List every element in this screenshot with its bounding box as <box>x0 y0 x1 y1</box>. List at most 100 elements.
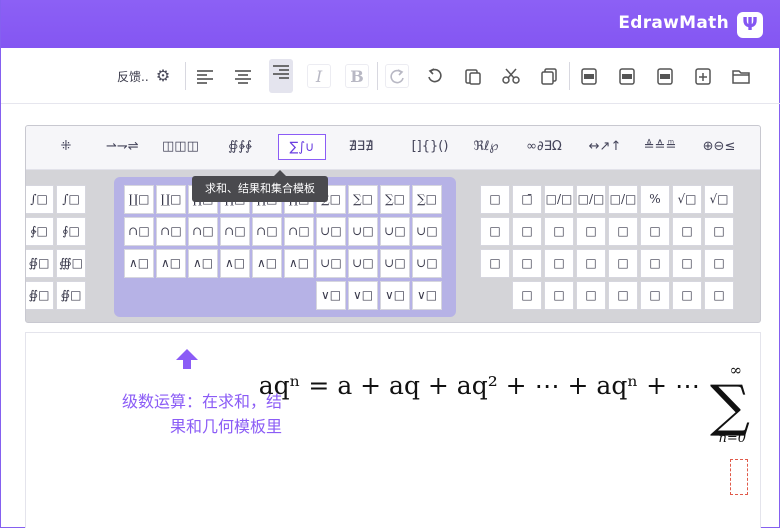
export-png-button[interactable] <box>653 64 677 88</box>
template-cell[interactable]: □ <box>640 249 670 278</box>
template-cell[interactable]: □ <box>704 249 734 278</box>
template-cell[interactable]: □ <box>512 281 542 310</box>
template-cell[interactable]: ∪□ <box>380 249 410 278</box>
paste-button[interactable] <box>461 64 485 88</box>
template-cell[interactable]: ∫□ <box>56 185 86 214</box>
tab-layout[interactable]: ⁜ <box>50 134 82 160</box>
align-right-button[interactable] <box>269 59 293 93</box>
template-cell[interactable]: □ <box>672 281 702 310</box>
template-cell[interactable]: □ <box>576 217 606 246</box>
tab-operators[interactable]: ⊕⊖≤ <box>694 134 744 160</box>
template-cell[interactable]: □ <box>608 281 638 310</box>
template-cell[interactable]: ∨□ <box>412 281 442 310</box>
new-button[interactable] <box>691 64 715 88</box>
template-cell[interactable]: √□ <box>672 185 702 214</box>
template-cell[interactable]: □ <box>480 217 510 246</box>
template-cell[interactable]: ∧□ <box>220 249 250 278</box>
template-cell[interactable]: □ <box>480 185 510 214</box>
template-cell[interactable]: ∐□ <box>156 185 186 214</box>
template-cell[interactable]: □ <box>576 281 606 310</box>
template-cell[interactable]: □ <box>608 249 638 278</box>
template-cell[interactable]: ∪□ <box>316 217 346 246</box>
template-cell[interactable]: □/□ <box>544 185 574 214</box>
tab-sums-unions[interactable]: ∑∫∪ <box>278 134 326 160</box>
template-cell[interactable]: ∨□ <box>348 281 378 310</box>
template-cell[interactable]: ∐□ <box>124 185 154 214</box>
align-left-button[interactable] <box>193 64 217 88</box>
formula-editor[interactable]: 级数运算：在求和，结 果和几何模板里 ∞ ∑ n=0 aqⁿ = a + aq … <box>25 332 761 528</box>
template-cell[interactable]: □̄ <box>512 185 542 214</box>
template-cell[interactable]: □ <box>672 217 702 246</box>
template-cell[interactable]: % <box>640 185 670 214</box>
template-cell[interactable]: ∮□ <box>56 217 86 246</box>
template-cell[interactable]: ∧□ <box>284 249 314 278</box>
export-jpeg-button[interactable] <box>615 64 639 88</box>
template-cell[interactable]: □ <box>576 249 606 278</box>
template-cell[interactable]: ∯□ <box>26 249 54 278</box>
template-cell[interactable]: ∪□ <box>412 249 442 278</box>
template-cell[interactable]: ∰□ <box>56 249 86 278</box>
template-cell[interactable]: ∧□ <box>124 249 154 278</box>
template-cell[interactable]: ∪□ <box>316 249 346 278</box>
template-cell[interactable]: ∪□ <box>412 217 442 246</box>
template-cell[interactable]: ∪□ <box>348 217 378 246</box>
toolbar: ⚙ 反馈.. I B <box>1 48 780 104</box>
align-center-button[interactable] <box>231 64 255 88</box>
tab-arrows[interactable]: ↔↗↑ <box>582 134 628 160</box>
template-cell[interactable]: ∧□ <box>188 249 218 278</box>
template-cell[interactable]: □ <box>480 249 510 278</box>
template-cell[interactable]: □ <box>704 217 734 246</box>
cut-button[interactable] <box>499 64 523 88</box>
italic-button[interactable]: I <box>307 64 331 88</box>
template-cell[interactable]: □ <box>608 217 638 246</box>
template-cell[interactable]: □ <box>512 217 542 246</box>
tab-relations[interactable]: ≜≙≞ <box>638 134 682 160</box>
template-cell[interactable]: ∩□ <box>156 217 186 246</box>
template-cell[interactable]: ∩□ <box>284 217 314 246</box>
template-cell[interactable]: ∑□ <box>348 185 378 214</box>
tab-arrows-over[interactable]: ⇀⇁⇌ <box>106 134 139 160</box>
tab-misc-symbols[interactable]: ∞∂∃Ω <box>520 134 568 160</box>
template-cell[interactable]: □/□ <box>608 185 638 214</box>
template-cell[interactable]: ∑□ <box>412 185 442 214</box>
template-cell[interactable]: ∩□ <box>252 217 282 246</box>
template-cell[interactable]: □ <box>704 281 734 310</box>
template-cell[interactable]: ∨□ <box>380 281 410 310</box>
feedback-link[interactable]: 反馈.. <box>117 68 149 85</box>
settings-button[interactable]: ⚙ <box>151 64 175 88</box>
template-cell[interactable]: □ <box>544 217 574 246</box>
template-cell[interactable]: □ <box>544 281 574 310</box>
template-cell[interactable]: ∪□ <box>348 249 378 278</box>
undo-button[interactable] <box>385 64 409 88</box>
template-cell[interactable]: □/□ <box>576 185 606 214</box>
template-cell[interactable]: ∪□ <box>380 217 410 246</box>
tab-integrals[interactable]: ∯∲∳ <box>224 134 256 160</box>
redo-button[interactable] <box>423 64 447 88</box>
input-placeholder-box[interactable] <box>730 459 748 495</box>
template-cell[interactable]: ∑□ <box>380 185 410 214</box>
template-cell[interactable]: ∯□ <box>56 281 86 310</box>
export-tex-button[interactable] <box>577 64 601 88</box>
template-cell[interactable]: ∧□ <box>252 249 282 278</box>
template-cell[interactable]: □ <box>544 249 574 278</box>
open-button[interactable] <box>729 64 753 88</box>
template-cell[interactable]: ∧□ <box>156 249 186 278</box>
bold-button[interactable]: B <box>345 64 369 88</box>
template-cell[interactable]: □ <box>512 249 542 278</box>
template-cell[interactable]: □ <box>640 281 670 310</box>
template-cell[interactable]: □ <box>672 249 702 278</box>
template-cell[interactable]: ∩□ <box>220 217 250 246</box>
copy-button[interactable] <box>537 64 561 88</box>
template-cell[interactable]: ∲□ <box>26 217 54 246</box>
tab-boxes[interactable]: ◫◫◫ <box>162 134 199 160</box>
template-cell[interactable]: √□ <box>704 185 734 214</box>
template-cell[interactable]: ∫□ <box>26 185 54 214</box>
tab-logic[interactable]: ∄∃∄ <box>338 134 384 160</box>
template-cell[interactable]: ∨□ <box>316 281 346 310</box>
tab-script[interactable]: ℜℓ℘ <box>466 134 506 160</box>
template-cell[interactable]: ∯□ <box>26 281 54 310</box>
template-cell[interactable]: ∩□ <box>188 217 218 246</box>
template-cell[interactable]: ∩□ <box>124 217 154 246</box>
tab-brackets[interactable]: []{}() <box>402 134 458 160</box>
template-cell[interactable]: □ <box>640 217 670 246</box>
